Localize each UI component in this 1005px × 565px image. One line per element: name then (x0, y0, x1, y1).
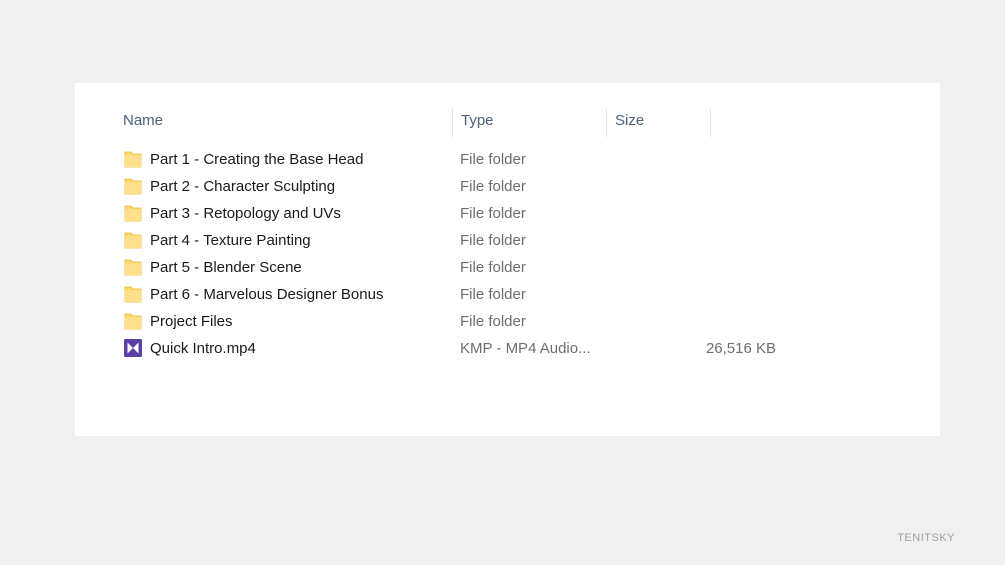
file-name: Part 5 - Blender Scene (150, 259, 302, 276)
file-row[interactable]: Part 4 - Texture Painting File folder (115, 227, 715, 254)
file-row[interactable]: Quick Intro.mp4 KMP - MP4 Audio... 26,51… (115, 335, 776, 362)
folder-icon (123, 203, 143, 223)
column-divider[interactable] (710, 109, 711, 137)
file-row[interactable]: Part 2 - Character Sculpting File folder (115, 173, 715, 200)
file-type: File folder (460, 205, 526, 222)
column-divider[interactable] (452, 109, 453, 137)
folder-icon (123, 176, 143, 196)
file-name: Part 3 - Retopology and UVs (150, 205, 341, 222)
folder-icon (123, 230, 143, 250)
column-header-row: Name Type Size (75, 109, 940, 137)
column-header-size[interactable]: Size (615, 109, 709, 137)
file-type: KMP - MP4 Audio... (460, 340, 591, 357)
video-file-icon (123, 338, 143, 358)
file-type: File folder (460, 313, 526, 330)
file-name: Part 1 - Creating the Base Head (150, 151, 364, 168)
file-name: Part 2 - Character Sculpting (150, 178, 336, 195)
file-name: Project Files (150, 313, 233, 330)
file-name: Part 6 - Marvelous Designer Bonus (150, 286, 384, 303)
file-type: File folder (460, 151, 526, 168)
file-row[interactable]: Project Files File folder (115, 308, 715, 335)
file-row[interactable]: Part 3 - Retopology and UVs File folder (115, 200, 715, 227)
file-size: 26,516 KB (705, 340, 776, 357)
file-type: File folder (460, 232, 526, 249)
folder-icon (123, 149, 143, 169)
file-type: File folder (460, 178, 526, 195)
file-row[interactable]: Part 1 - Creating the Base Head File fol… (115, 146, 715, 173)
file-type: File folder (460, 286, 526, 303)
file-name: Part 4 - Texture Painting (150, 232, 311, 249)
file-type: File folder (460, 259, 526, 276)
column-header-name[interactable]: Name (123, 109, 451, 137)
column-header-type[interactable]: Type (461, 109, 607, 137)
watermark: TENITSKY (897, 532, 955, 544)
folder-icon (123, 257, 143, 277)
folder-icon (123, 284, 143, 304)
file-name: Quick Intro.mp4 (150, 340, 256, 357)
file-row[interactable]: Part 6 - Marvelous Designer Bonus File f… (115, 281, 715, 308)
file-list-panel: Name Type Size Part 1 - Creating the Bas… (75, 83, 940, 436)
folder-icon (123, 311, 143, 331)
column-divider[interactable] (606, 109, 607, 137)
file-row[interactable]: Part 5 - Blender Scene File folder (115, 254, 715, 281)
